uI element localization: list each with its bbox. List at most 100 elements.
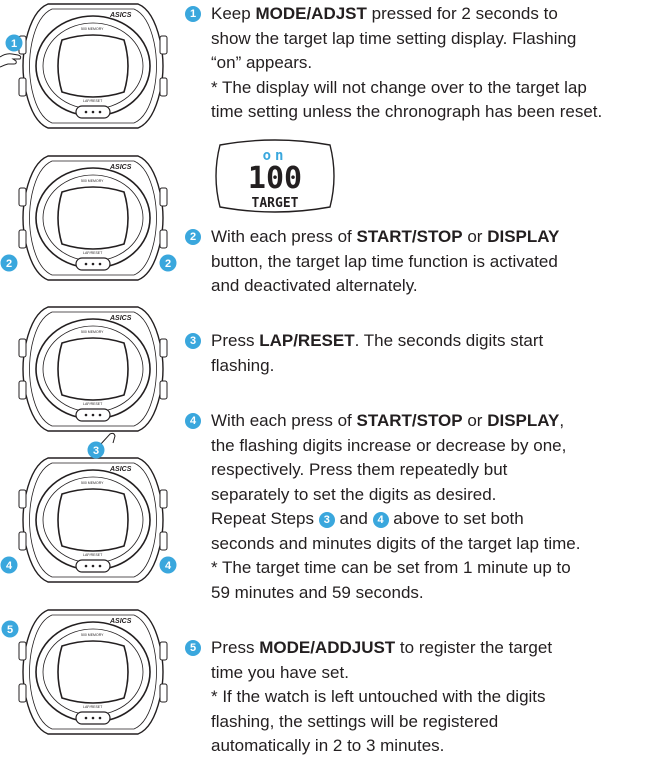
text-run: button, the target lap time function is …: [211, 251, 558, 271]
step-number-badge: 4: [185, 413, 201, 429]
button-name: MODE/ADJST: [255, 4, 367, 23]
text-run: * If the watch is left untouched with th…: [211, 687, 546, 706]
inline-step-badge: 3: [318, 512, 335, 528]
step-line: Repeat Steps 3 and 4 above to set both: [211, 507, 643, 532]
step-line: Press LAP/RESET. The seconds digits star…: [211, 329, 643, 354]
step-number-badge: 2: [185, 229, 201, 245]
step-line: time setting unless the chronograph has …: [211, 100, 643, 125]
text-run: or: [462, 411, 488, 430]
brand-logo: ASICS: [109, 12, 132, 19]
step-line: * The display will not change over to th…: [211, 76, 643, 101]
step-line: flashing, the settings will be registere…: [211, 710, 643, 735]
button-name: DISPLAY: [487, 227, 560, 246]
text-run: respectively. Press them repeatedly but: [211, 460, 508, 479]
step-line: With each press of START/STOP or DISPLAY: [211, 225, 643, 250]
text-run: Press: [211, 638, 260, 657]
step-text: Press LAP/RESET. The seconds digits star…: [211, 329, 643, 378]
text-run: * The target time can be set from 1 minu…: [211, 558, 571, 577]
watch-bottom-label: LAP/RESET: [83, 553, 103, 557]
marker-4-right: 4: [159, 556, 177, 574]
step-line: automatically in 2 to 3 minutes.: [211, 734, 643, 759]
watch-figure-2: ASICS 500 MEMORY LAP/RESET: [18, 155, 168, 281]
marker-3: 3: [87, 441, 105, 459]
step-5: 5 Press MODE/ADDJUST to register the targ…: [185, 636, 643, 759]
svg-text:2: 2: [165, 258, 171, 270]
text-run: to register the target: [395, 638, 553, 657]
text-run: and: [334, 509, 373, 528]
watch-figure-3: ASICS 500 MEMORY LAP/RESET: [18, 306, 168, 432]
step-3: 3 Press LAP/RESET. The seconds digits sta…: [185, 329, 643, 378]
marker-1: 1: [5, 34, 23, 52]
step-line: “on” appears.: [211, 51, 643, 76]
step-line: 59 minutes and 59 seconds.: [211, 581, 643, 606]
step-line: Press MODE/ADDJUST to register the targe…: [211, 636, 643, 661]
step-line: show the target lap time setting display…: [211, 27, 643, 52]
watch-illustrations: ASICS 500 MEMORY LAP/RESET ASICS 500 MEM…: [0, 3, 177, 735]
step-number-badge: 3: [185, 333, 201, 349]
svg-text:1: 1: [11, 38, 17, 50]
svg-text:5: 5: [7, 624, 13, 636]
text-run: ,: [559, 411, 565, 430]
text-run: time setting unless the chronograph has …: [211, 102, 603, 121]
text-run: . The seconds digits start: [354, 331, 544, 350]
step-text: With each press of START/STOP or DISPLAY…: [211, 409, 643, 605]
brand-logo: ASICS: [109, 315, 132, 322]
target-display-illustration: on 100 TARGET: [215, 139, 335, 213]
brand-logo: ASICS: [109, 466, 132, 473]
text-run: separately to set the digits as desired.: [211, 484, 497, 504]
watch-bottom-label: LAP/RESET: [83, 705, 103, 709]
marker-5: 5: [1, 620, 19, 638]
svg-text:4: 4: [6, 560, 13, 572]
text-run: above to set both: [388, 509, 524, 528]
step-line: Keep MODE/ADJST pressed for 2 seconds to: [211, 2, 643, 27]
text-run: and deactivated alternately.: [211, 276, 418, 295]
text-run: time you have set.: [211, 662, 349, 682]
brand-logo: ASICS: [109, 164, 132, 171]
watch-bottom-label: LAP/RESET: [83, 99, 103, 103]
text-run: or: [462, 227, 488, 246]
text-run: Keep: [211, 4, 256, 23]
step-number-badge: 5: [185, 640, 201, 656]
text-run: flashing.: [211, 355, 275, 375]
marker-4-left: 4: [0, 556, 18, 574]
text-run: the flashing digits increase or decrease…: [211, 435, 567, 455]
inline-step-badge: 4: [372, 512, 389, 528]
text-run: 59 minutes and 59 seconds.: [211, 582, 424, 602]
step-number-badge: 1: [185, 6, 201, 22]
text-run: Press: [211, 331, 260, 350]
step-line: respectively. Press them repeatedly but: [211, 458, 643, 483]
text-run: * The display will not change over to th…: [211, 77, 587, 97]
step-text: Press MODE/ADDJUST to register the targe…: [211, 636, 643, 759]
step-4: 4 With each press of START/STOP or DISPLA…: [185, 409, 643, 605]
step-1: 1 Keep MODE/ADJST pressed for 2 seconds t…: [185, 2, 643, 125]
step-line: * The target time can be set from 1 minu…: [211, 556, 643, 581]
text-run: seconds and minutes digits of the target…: [211, 533, 581, 553]
step-text: Keep MODE/ADJST pressed for 2 seconds to…: [211, 2, 643, 125]
pointing-hand-icon: [99, 432, 116, 446]
text-run: show the target lap time setting display…: [211, 28, 577, 48]
step-2: 2 With each press of START/STOP or DISPLA…: [185, 225, 643, 299]
step-text: With each press of START/STOP or DISPLAY…: [211, 225, 643, 299]
step-line: separately to set the digits as desired.: [211, 483, 643, 508]
watch-bottom-label: LAP/RESET: [83, 402, 103, 406]
svg-text:4: 4: [165, 560, 172, 572]
pointing-hand-icon: [0, 53, 22, 68]
step-line: With each press of START/STOP or DISPLAY…: [211, 409, 643, 434]
step-line: the flashing digits increase or decrease…: [211, 434, 643, 459]
marker-2-right: 2: [159, 254, 177, 272]
text-run: flashing, the settings will be registere…: [211, 711, 499, 731]
display-digits: 100: [248, 161, 302, 196]
text-run: Repeat Steps: [211, 509, 319, 528]
display-target-label: TARGET: [252, 196, 299, 211]
watch-top-label: 500 MEMORY: [81, 481, 104, 485]
text-run: With each press of: [211, 411, 357, 430]
watch-top-label: 500 MEMORY: [81, 330, 104, 334]
text-run: With each press of: [211, 227, 357, 246]
watch-bottom-label: LAP/RESET: [83, 251, 103, 255]
button-name: START/STOP: [356, 227, 463, 246]
watch-top-label: 500 MEMORY: [81, 179, 104, 183]
svg-text:2: 2: [6, 258, 12, 270]
watch-top-label: 500 MEMORY: [81, 27, 104, 31]
svg-text:3: 3: [93, 445, 99, 457]
text-run: “on” appears.: [211, 53, 313, 72]
